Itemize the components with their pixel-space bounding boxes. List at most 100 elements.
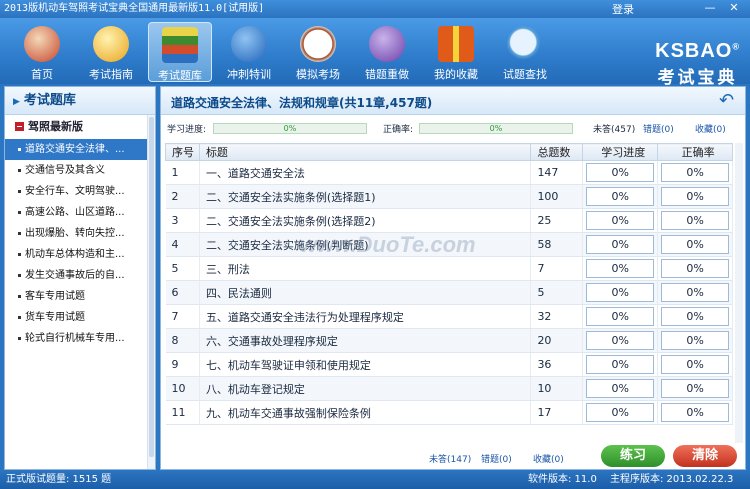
row-total: 17 [530, 400, 584, 425]
table-row[interactable]: 3 二、交通安全法实施条例(选择题2) 25 0% 0% [165, 208, 733, 233]
row-progress: 0% [586, 307, 655, 326]
sidebar-group-label: 驾照最新版 [28, 120, 83, 133]
row-index: 7 [165, 304, 200, 329]
sidebar-item[interactable]: 轮式自行机械车专用... [5, 328, 147, 349]
pen-icon [369, 26, 405, 62]
row-progress: 0% [586, 187, 655, 206]
login-link[interactable]: 登录 [612, 1, 634, 17]
tool-label: 首页 [31, 68, 53, 81]
footer-wrong-link[interactable]: 错题(0) [481, 452, 512, 465]
minimize-button[interactable]: — [700, 0, 720, 16]
books-icon [162, 27, 198, 63]
status-software-version: 软件版本: 11.0 [528, 474, 597, 485]
row-accuracy: 0% [661, 307, 729, 326]
logo-text-cn: 考试宝典 [657, 68, 738, 88]
row-accuracy: 0% [661, 163, 729, 182]
sidebar-item[interactable]: 交通信号及其含义 [5, 160, 147, 181]
row-title[interactable]: 一、道路交通安全法 [199, 160, 532, 185]
sidebar-header: ▶ 考试题库 [5, 87, 155, 115]
favorites-link[interactable]: 收藏(0) [695, 122, 726, 135]
main-toolbar: 首页 考试指南 考试题库 冲刺特训 模拟考场 错题重做 我的收藏 试题查找 KS… [0, 18, 750, 88]
row-accuracy: 0% [661, 283, 729, 302]
progress-label: 学习进度: [167, 125, 207, 135]
tool-label: 我的收藏 [434, 68, 478, 81]
row-total: 58 [530, 232, 584, 257]
row-accuracy: 0% [661, 403, 729, 422]
tool-mock-exam-button[interactable]: 模拟考场 [286, 22, 350, 82]
window-title: 2013版机动车驾照考试宝典全国通用最新版11.0[试用版] [4, 3, 265, 14]
sidebar-group[interactable]: 驾照最新版 [5, 115, 155, 139]
row-title[interactable]: 四、民法通则 [199, 280, 532, 305]
sidebar-item[interactable]: 出现爆胎、转向失控... [5, 223, 147, 244]
globe-icon [231, 26, 267, 62]
row-title[interactable]: 二、交通安全法实施条例(选择题1) [199, 184, 532, 209]
clear-button[interactable]: 清除 [673, 445, 737, 467]
practice-button[interactable]: 练习 [601, 445, 665, 467]
collapse-icon[interactable] [15, 122, 24, 131]
tool-home-button[interactable]: 首页 [10, 22, 74, 82]
tool-redo-wrong-button[interactable]: 错题重做 [355, 22, 419, 82]
tool-label: 错题重做 [365, 68, 409, 81]
row-title[interactable]: 二、交通安全法实施条例(选择题2) [199, 208, 532, 233]
row-accuracy: 0% [661, 355, 729, 374]
row-index: 3 [165, 208, 200, 233]
row-title[interactable]: 六、交通事故处理程序规定 [199, 328, 532, 353]
wrong-link[interactable]: 错题(0) [643, 122, 674, 135]
footer-unanswered-link[interactable]: 未答(147) [429, 452, 471, 465]
row-total: 7 [530, 256, 584, 281]
sidebar-item[interactable]: 机动车总体构造和主... [5, 244, 147, 265]
sidebar-item[interactable]: 道路交通安全法律、... [5, 139, 147, 160]
row-index: 5 [165, 256, 200, 281]
row-title[interactable]: 九、机动车交通事故强制保险条例 [199, 400, 532, 425]
sidebar-scrollbar[interactable] [147, 115, 155, 469]
tool-search-button[interactable]: 试题查找 [493, 22, 557, 82]
sidebar-item[interactable]: 高速公路、山区道路... [5, 202, 147, 223]
table-row[interactable]: 2 二、交通安全法实施条例(选择题1) 100 0% 0% [165, 184, 733, 209]
main-panel: 道路交通安全法律、法规和规章(共11章,457题) ↶ 学习进度: 0% 正确率… [160, 86, 746, 470]
footer-favorites-link[interactable]: 收藏(0) [533, 452, 564, 465]
logo-reg-mark: ® [732, 41, 740, 52]
row-title[interactable]: 八、机动车登记规定 [199, 376, 532, 401]
row-title[interactable]: 三、刑法 [199, 256, 532, 281]
col-header-total: 总题数 [530, 143, 584, 161]
table-row[interactable]: 6 四、民法通则 5 0% 0% [165, 280, 733, 305]
row-accuracy: 0% [661, 259, 729, 278]
sidebar-item[interactable]: 客车专用试题 [5, 286, 147, 307]
progress-value: 0% [283, 124, 297, 133]
watermark: www.DuoTe.com [300, 232, 476, 257]
row-title[interactable]: 七、机动车驾驶证申领和使用规定 [199, 352, 532, 377]
row-total: 147 [530, 160, 584, 185]
progress-bar: 0% [213, 123, 367, 134]
table-row[interactable]: 11 九、机动车交通事故强制保险条例 17 0% 0% [165, 400, 733, 425]
sidebar-item[interactable]: 发生交通事故后的自... [5, 265, 147, 286]
row-title[interactable]: 五、道路交通安全违法行为处理程序规定 [199, 304, 532, 329]
tool-label: 考试题库 [158, 69, 202, 82]
table-row[interactable]: 8 六、交通事故处理程序规定 20 0% 0% [165, 328, 733, 353]
row-accuracy: 0% [661, 331, 729, 350]
ksbao-logo: KSBAO® 考试宝典 [655, 40, 740, 88]
table-row[interactable]: 7 五、道路交通安全违法行为处理程序规定 32 0% 0% [165, 304, 733, 329]
back-arrow-icon[interactable]: ↶ [719, 91, 739, 111]
table-scrollbar[interactable] [735, 143, 743, 443]
col-header-index: 序号 [165, 143, 200, 161]
table-row[interactable]: 5 三、刑法 7 0% 0% [165, 256, 733, 281]
sidebar-item[interactable]: 安全行车、文明驾驶... [5, 181, 147, 202]
sidebar-item[interactable]: 货车专用试题 [5, 307, 147, 328]
scrollbar-thumb[interactable] [149, 117, 154, 457]
close-button[interactable]: ✕ [724, 0, 744, 16]
accuracy-label: 正确率: [383, 125, 414, 135]
triangle-right-icon: ▶ [13, 97, 20, 107]
tool-sprint-button[interactable]: 冲刺特训 [217, 22, 281, 82]
tool-question-bank-button[interactable]: 考试题库 [148, 22, 212, 82]
tool-label: 冲刺特训 [227, 68, 271, 81]
table-row[interactable]: 10 八、机动车登记规定 10 0% 0% [165, 376, 733, 401]
table-row[interactable]: 1 一、道路交通安全法 147 0% 0% [165, 160, 733, 185]
tool-label: 考试指南 [89, 68, 133, 81]
tool-guide-button[interactable]: 考试指南 [79, 22, 143, 82]
tool-favorites-button[interactable]: 我的收藏 [424, 22, 488, 82]
row-progress: 0% [586, 403, 655, 422]
table-row[interactable]: 9 七、机动车驾驶证申领和使用规定 36 0% 0% [165, 352, 733, 377]
row-progress: 0% [586, 235, 655, 254]
row-index: 10 [165, 376, 200, 401]
row-index: 11 [165, 400, 200, 425]
